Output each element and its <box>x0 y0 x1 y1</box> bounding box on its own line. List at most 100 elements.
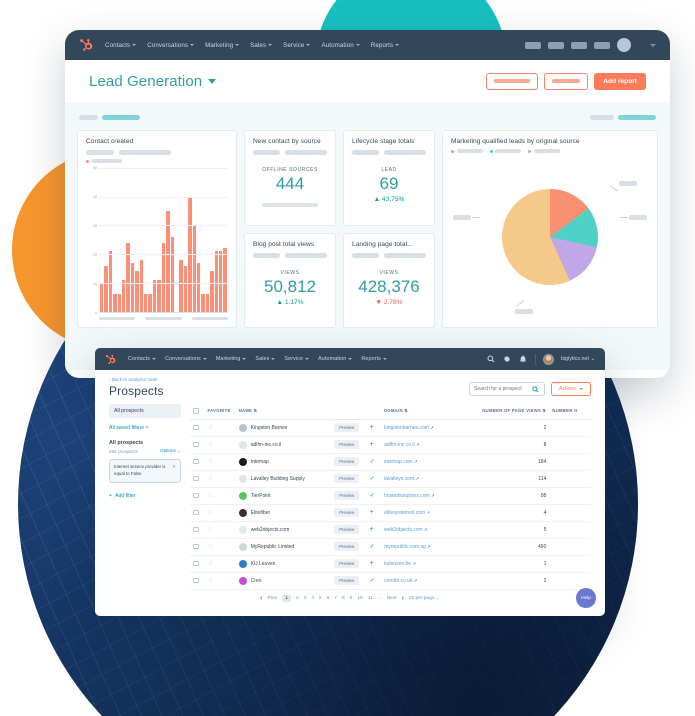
search-input[interactable] <box>473 386 531 392</box>
cell-preview[interactable]: Preview <box>331 436 367 454</box>
star-icon[interactable]: ☆ <box>208 560 214 567</box>
check-icon[interactable]: ✓ <box>370 476 375 482</box>
nav-item-conversations[interactable]: Conversations <box>147 42 195 49</box>
row-checkbox[interactable] <box>193 441 199 448</box>
sidebar-item-saved-filters[interactable]: All saved filters > <box>109 425 181 431</box>
star-icon[interactable]: ☆ <box>208 441 214 448</box>
cell-action[interactable]: ✓ <box>366 572 382 590</box>
cell-select[interactable] <box>190 470 205 488</box>
cell-preview[interactable]: Preview <box>331 555 367 573</box>
row-checkbox[interactable] <box>193 577 199 584</box>
pagination-prev-arrow[interactable]: ‹ <box>260 595 262 602</box>
nav-placeholder-1[interactable] <box>525 41 541 49</box>
plus-icon[interactable]: + <box>370 526 374 533</box>
cell-action[interactable]: + <box>366 555 382 573</box>
cell-favorite[interactable]: ☆ <box>204 436 236 454</box>
row-checkbox[interactable] <box>193 458 199 465</box>
cell-favorite[interactable]: ☆ <box>204 555 236 573</box>
cell-domain[interactable]: creoltd.co.uk ↗ <box>381 572 477 590</box>
nav-item-sales[interactable]: Sales <box>250 42 273 49</box>
avatar[interactable] <box>617 38 631 52</box>
nav-item-marketing[interactable]: Marketing <box>205 42 240 49</box>
cell-preview[interactable]: Preview <box>331 453 367 471</box>
th-domain[interactable]: DOMAIN ⇅ <box>381 404 477 420</box>
pagination-per-page[interactable]: 25 per page ⌄ <box>409 596 440 601</box>
prospect-name[interactable]: Kingston Barnes <box>251 425 288 431</box>
prospect-name[interactable]: adifm-inc.co.il <box>251 442 282 448</box>
nav-placeholder-4[interactable] <box>594 41 610 49</box>
pagination-next[interactable]: Next <box>387 596 397 601</box>
preview-button[interactable]: Preview <box>334 542 360 551</box>
check-icon[interactable]: ✓ <box>370 459 375 465</box>
cell-domain[interactable]: lavalleys.com ↗ <box>381 470 477 488</box>
preview-button[interactable]: Preview <box>334 440 360 449</box>
nav-item-automation[interactable]: Automation <box>318 356 353 362</box>
cell-action[interactable]: ✓ <box>366 470 382 488</box>
nav-item-sales[interactable]: Sales <box>255 356 276 362</box>
th-number-of[interactable]: NUMBER O <box>549 404 591 420</box>
add-filter-button[interactable]: + Add filter <box>109 493 181 499</box>
secondary-button-2[interactable] <box>544 72 589 90</box>
page-title[interactable]: Lead Generation <box>89 73 217 90</box>
pagination-page-6[interactable]: 6 <box>327 596 330 601</box>
table-row[interactable]: ☆ TierPoint Preview ✓ hostedsolutions.com ↗ 8… <box>190 487 591 505</box>
th-name[interactable]: NAME ⇅ <box>235 404 332 420</box>
plus-icon[interactable]: + <box>370 560 374 567</box>
prospect-name[interactable]: Intemap <box>251 459 269 465</box>
pagination-page-1[interactable]: 1 <box>282 595 291 602</box>
check-icon[interactable]: ✓ <box>370 493 375 499</box>
close-icon[interactable]: ✕ <box>172 464 176 470</box>
pagination-page-3[interactable]: 3 <box>304 596 307 601</box>
table-row[interactable]: ☆ Creo Preview ✓ creoltd.co.uk ↗ 2 <box>190 572 591 590</box>
filter-chip[interactable]: Internet service provider is equal to Fa… <box>109 459 181 483</box>
nav-item-reports[interactable]: Reports <box>361 356 387 362</box>
hubspot-sprocket-icon[interactable] <box>79 38 93 52</box>
domain-link[interactable]: web2objects.com <box>384 527 423 533</box>
cell-action[interactable]: + <box>366 521 382 539</box>
table-row[interactable]: ☆ Kingston Barnes Preview + kingstonbarnes.c… <box>190 419 591 437</box>
cell-select[interactable] <box>190 436 205 454</box>
cell-select[interactable] <box>190 419 205 437</box>
pagination-ellipsis[interactable]: ... <box>378 596 382 601</box>
prospect-name[interactable]: MyRepublic Limited <box>251 544 295 550</box>
cell-preview[interactable]: Preview <box>331 572 367 590</box>
cell-preview[interactable]: Preview <box>331 487 367 505</box>
cell-select[interactable] <box>190 572 205 590</box>
star-icon[interactable]: ☆ <box>208 424 214 431</box>
cell-action[interactable]: ✓ <box>366 453 382 471</box>
cell-domain[interactable]: hostedsolutions.com ↗ <box>381 487 477 505</box>
cell-domain[interactable]: kingstonbarnes.com ↗ <box>381 419 477 437</box>
domain-link[interactable]: adifm-inc.co.il <box>384 442 415 448</box>
prospect-name[interactable]: TierPoint <box>251 493 271 499</box>
actions-button[interactable]: Actions <box>550 382 591 396</box>
preview-button[interactable]: Preview <box>334 508 360 517</box>
cell-domain[interactable]: web2objects.com ↗ <box>381 521 477 539</box>
cell-preview[interactable]: Preview <box>331 470 367 488</box>
preview-button[interactable]: Preview <box>334 491 360 500</box>
domain-link[interactable]: intemap.com <box>384 459 413 465</box>
domain-link[interactable]: creoltd.co.uk <box>384 578 412 584</box>
cell-favorite[interactable]: ☆ <box>204 521 236 539</box>
select-all-checkbox[interactable] <box>193 408 199 414</box>
row-checkbox[interactable] <box>193 526 199 533</box>
cell-favorite[interactable]: ☆ <box>204 470 236 488</box>
prospect-name[interactable]: KU Leuven <box>251 561 276 567</box>
star-icon[interactable]: ☆ <box>208 526 214 533</box>
preview-button[interactable]: Preview <box>334 474 360 483</box>
nav-item-contacts[interactable]: Contacts <box>105 42 137 49</box>
table-row[interactable]: ☆ Lavalley Building Supply Preview ✓ lavalle… <box>190 470 591 488</box>
row-checkbox[interactable] <box>193 492 199 499</box>
cell-preview[interactable]: Preview <box>331 504 367 522</box>
check-icon[interactable]: ✓ <box>370 544 375 550</box>
search-box[interactable] <box>468 382 545 396</box>
cell-action[interactable]: ✓ <box>366 538 382 556</box>
domain-link[interactable]: kingstonbarnes.com <box>384 425 429 431</box>
table-row[interactable]: ☆ adifm-inc.co.il Preview + adifm-inc.co.il … <box>190 436 591 454</box>
nav-item-conversations[interactable]: Conversations <box>165 356 207 362</box>
cell-preview[interactable]: Preview <box>331 419 367 437</box>
plus-icon[interactable]: + <box>370 509 374 516</box>
cell-favorite[interactable]: ☆ <box>204 504 236 522</box>
cell-select[interactable] <box>190 521 205 539</box>
secondary-button-1[interactable] <box>486 72 539 90</box>
star-icon[interactable]: ☆ <box>208 577 214 584</box>
